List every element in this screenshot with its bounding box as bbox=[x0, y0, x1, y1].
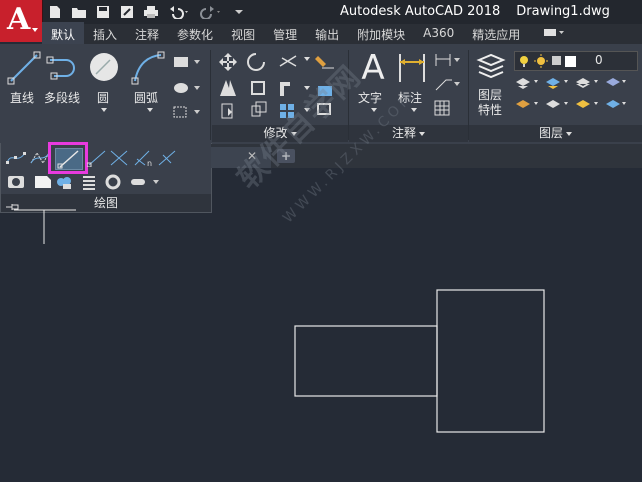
layers-panel-label: 图层 bbox=[538, 126, 563, 140]
chevron-down-icon bbox=[419, 131, 425, 136]
autocad-logo-icon: A bbox=[7, 2, 31, 37]
file-name: Drawing1.dwg bbox=[516, 4, 610, 19]
tab-a360[interactable]: A360 bbox=[414, 24, 463, 44]
leader-icon bbox=[435, 79, 460, 91]
save-button[interactable] bbox=[94, 3, 112, 21]
print-button[interactable] bbox=[142, 3, 160, 21]
chevron-down-icon bbox=[32, 28, 38, 32]
customize-quick-access-button[interactable] bbox=[230, 3, 248, 21]
table-icon bbox=[434, 100, 450, 116]
redo-button[interactable] bbox=[198, 3, 224, 21]
annotation-panel-label: 注释 bbox=[391, 126, 416, 140]
layer-properties-button[interactable]: 图层 特性 bbox=[476, 52, 512, 122]
line-tool-label: 直线 bbox=[10, 91, 35, 105]
boundary-icon bbox=[173, 106, 200, 118]
circle-tool-button[interactable]: 圆 bbox=[88, 50, 120, 120]
open-button[interactable] bbox=[70, 3, 88, 21]
folder-icon bbox=[72, 8, 86, 18]
layer-properties-label: 图层 特性 bbox=[478, 88, 503, 117]
save-as-button[interactable] bbox=[118, 3, 136, 21]
rectangle-tool-button[interactable] bbox=[172, 54, 202, 73]
rectangle-icon bbox=[174, 57, 200, 67]
drawing-canvas[interactable] bbox=[0, 168, 642, 478]
layer-state-icons bbox=[520, 54, 576, 68]
layers-panel-title[interactable]: 图层 bbox=[469, 125, 642, 142]
construction-line-icon bbox=[57, 150, 79, 169]
layer-dropdown[interactable]: 0 bbox=[514, 51, 638, 71]
ribbon-display-icon bbox=[544, 29, 565, 36]
arc-icon bbox=[131, 51, 165, 85]
application-menu-button[interactable]: A bbox=[0, 0, 43, 42]
window-title: Autodesk AutoCAD 2018 Drawing1.dwg bbox=[340, 4, 626, 19]
redo-icon bbox=[200, 6, 220, 19]
tab-addins[interactable]: 附加模块 bbox=[348, 24, 414, 44]
measure-icon bbox=[158, 150, 176, 166]
layer-tools-icon bbox=[516, 78, 626, 108]
arc-tool-button[interactable]: 圆弧 bbox=[130, 50, 170, 120]
tab-default[interactable]: 默认 bbox=[42, 22, 85, 44]
table-button[interactable] bbox=[434, 100, 450, 120]
x-lines-icon bbox=[110, 150, 128, 166]
tab-view[interactable]: 视图 bbox=[222, 24, 264, 44]
line-icon bbox=[7, 51, 41, 85]
undo-button[interactable] bbox=[166, 3, 192, 21]
dimension-icon bbox=[399, 54, 425, 82]
drawing-geometry bbox=[14, 209, 545, 433]
tab-manage[interactable]: 管理 bbox=[264, 24, 306, 44]
ribbon-options-button[interactable] bbox=[529, 24, 574, 44]
polyline-icon bbox=[46, 56, 75, 80]
line-tool-button[interactable]: 直线 bbox=[6, 50, 46, 106]
circle-tool-label: 圆 bbox=[97, 91, 110, 105]
layer-current-value: 0 bbox=[595, 53, 603, 67]
polyline-tool-button[interactable]: 多段线 bbox=[44, 50, 88, 106]
save-as-icon bbox=[121, 6, 133, 18]
tab-annotate[interactable]: 注释 bbox=[126, 24, 168, 44]
divide-icon: n bbox=[134, 150, 152, 168]
ribbon-tabs: 默认 插入 注释 参数化 视图 管理 输出 附加模块 A360 精选应用 bbox=[42, 22, 642, 44]
layer-tools-grid bbox=[514, 74, 638, 126]
app-name: Autodesk AutoCAD 2018 bbox=[340, 4, 501, 19]
hatch-tool-button[interactable] bbox=[172, 80, 202, 99]
linear-dimension-button[interactable] bbox=[434, 52, 462, 72]
circle-icon bbox=[90, 53, 118, 81]
boundary-tool-button[interactable] bbox=[172, 104, 202, 123]
chevron-down-icon bbox=[235, 10, 243, 14]
hatch-icon bbox=[174, 83, 200, 93]
tab-insert[interactable]: 插入 bbox=[84, 24, 126, 44]
tab-output[interactable]: 输出 bbox=[306, 24, 348, 44]
svg-text:n: n bbox=[147, 159, 152, 167]
leader-button[interactable] bbox=[434, 76, 462, 96]
chevron-down-icon bbox=[101, 108, 107, 112]
linear-dimension-icon bbox=[435, 54, 460, 66]
ray-icon bbox=[86, 150, 106, 168]
printer-icon bbox=[144, 6, 158, 18]
new-file-button[interactable] bbox=[46, 3, 64, 21]
small-rectangle[interactable] bbox=[294, 325, 438, 397]
chevron-down-icon bbox=[411, 108, 417, 112]
chevron-down-icon bbox=[371, 108, 377, 112]
quick-access-toolbar bbox=[46, 3, 248, 21]
new-file-icon bbox=[50, 6, 60, 18]
chevron-down-icon bbox=[566, 131, 572, 136]
layer-properties-icon bbox=[476, 53, 506, 79]
arc-tool-label: 圆弧 bbox=[134, 91, 159, 105]
undo-icon bbox=[170, 6, 188, 19]
save-icon bbox=[97, 6, 109, 18]
chevron-down-icon bbox=[147, 108, 153, 112]
tab-parametric[interactable]: 参数化 bbox=[168, 24, 222, 44]
tab-featured-apps[interactable]: 精选应用 bbox=[463, 24, 529, 44]
polyline-tool-label: 多段线 bbox=[44, 91, 81, 105]
large-rectangle[interactable] bbox=[436, 289, 545, 433]
spline-fit-icon bbox=[6, 152, 26, 164]
